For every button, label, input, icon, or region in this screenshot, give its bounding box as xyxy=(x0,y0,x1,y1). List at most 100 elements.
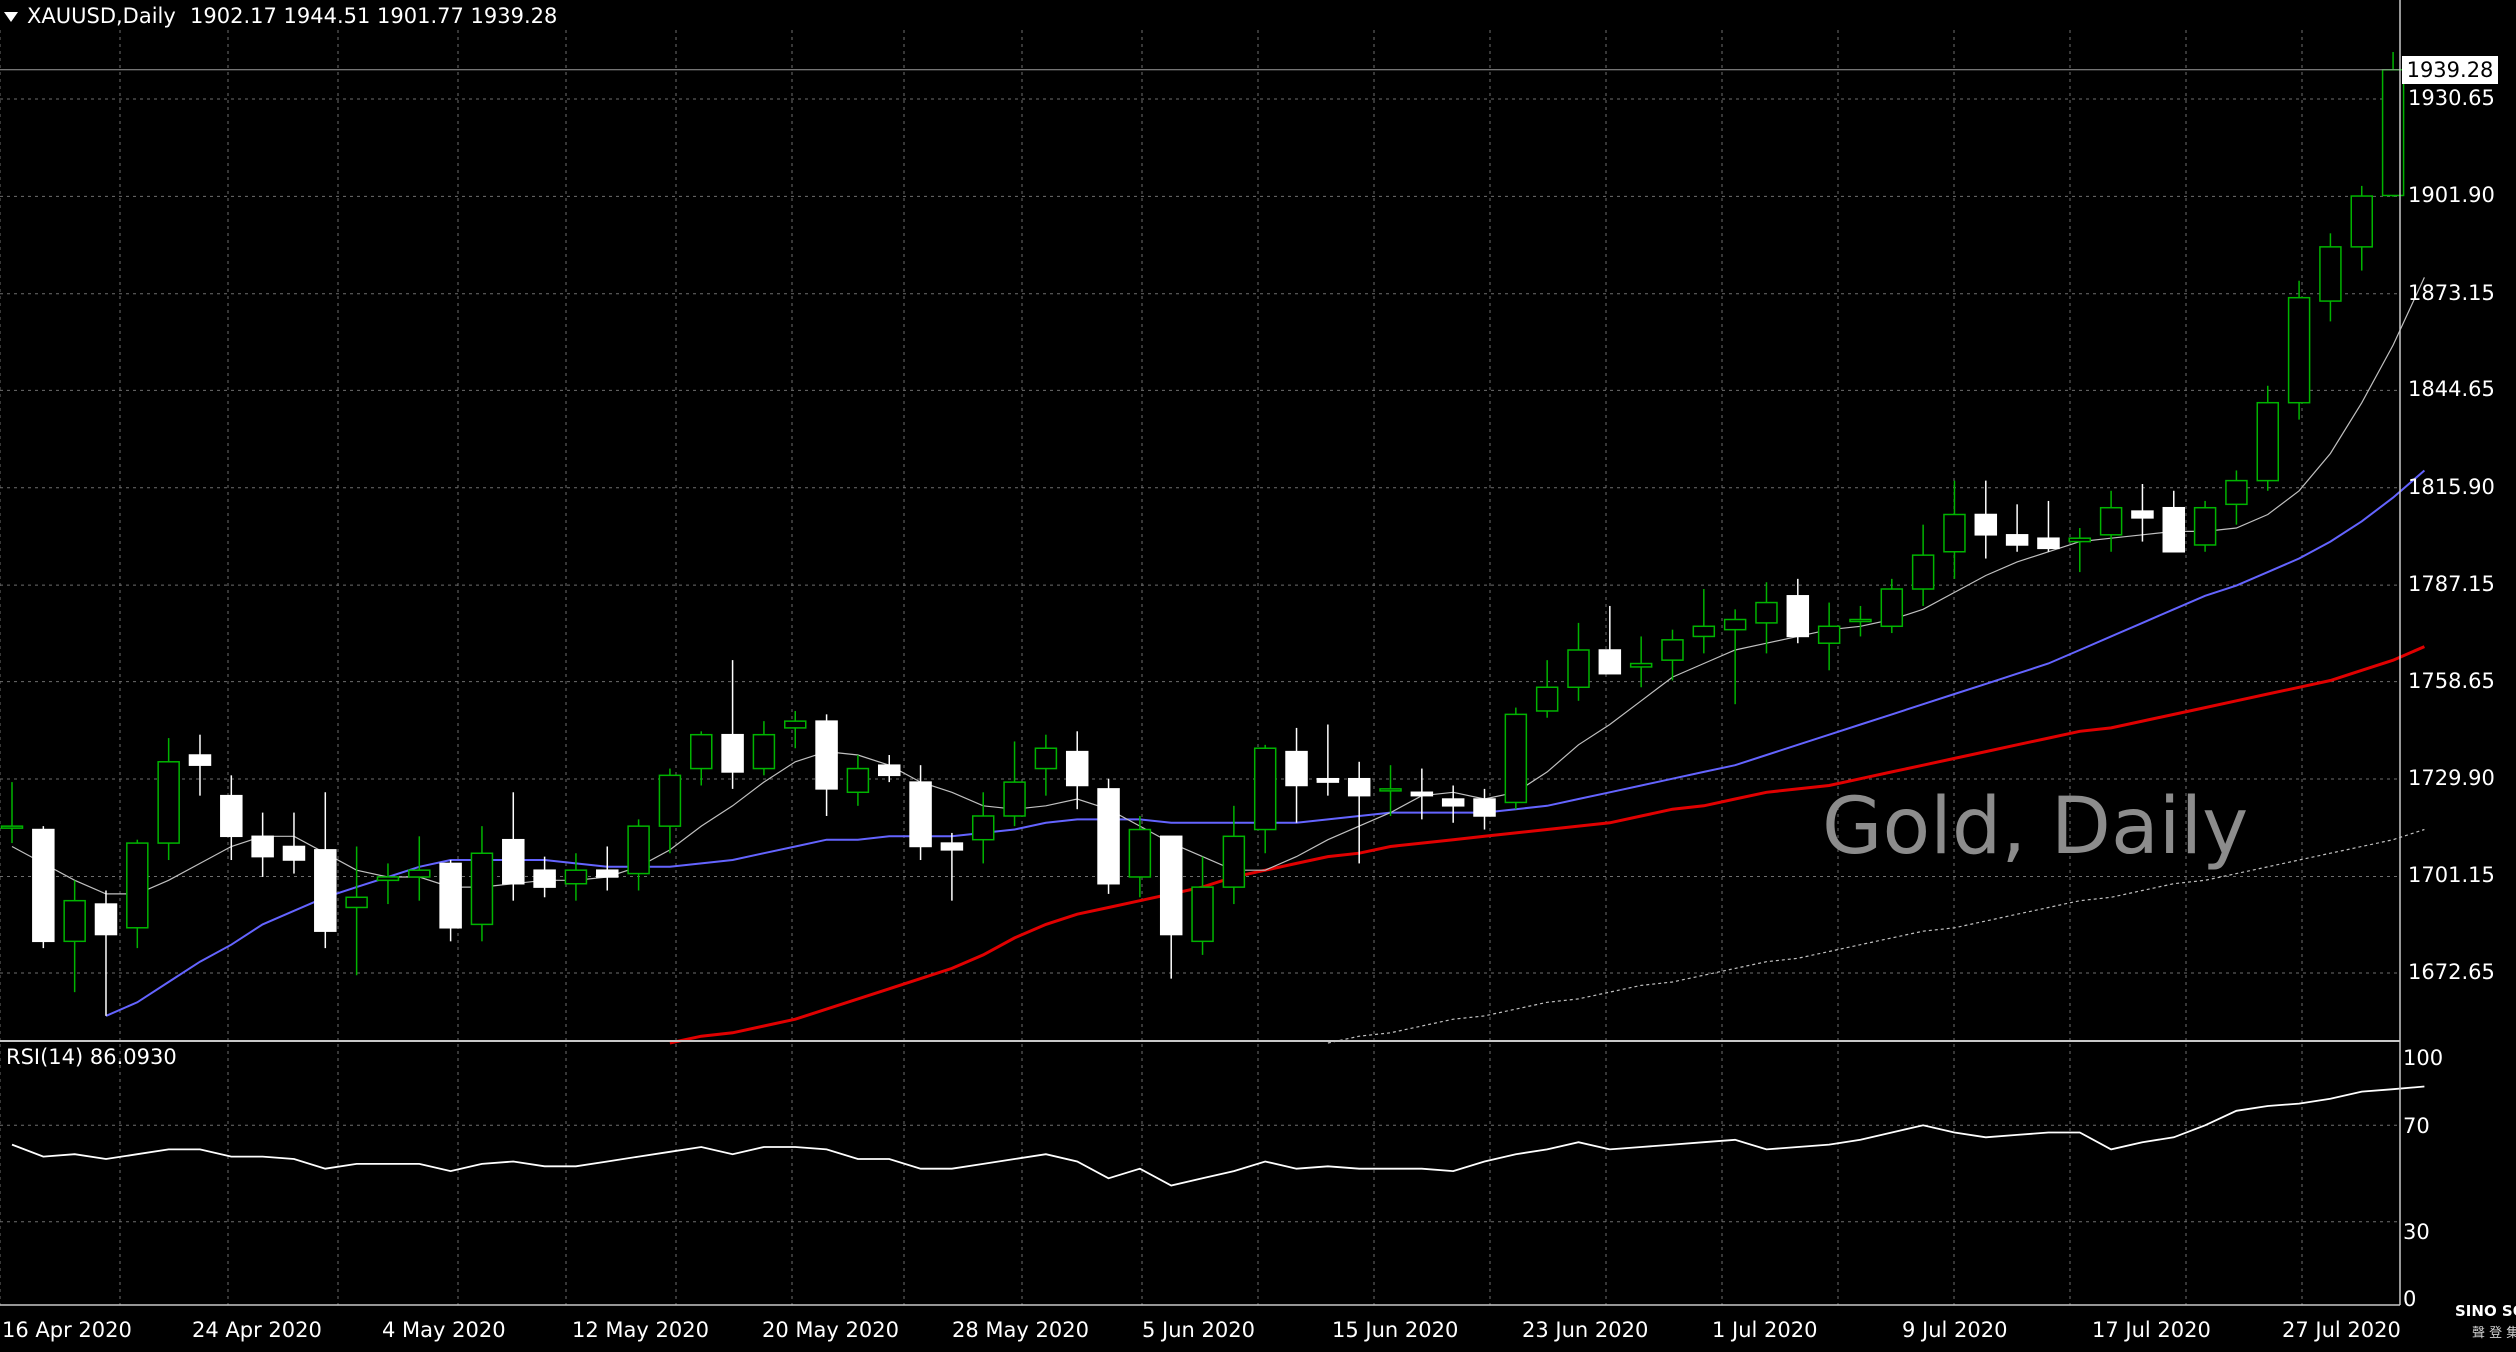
candle xyxy=(784,710,807,749)
candle-body xyxy=(2319,246,2342,302)
x-tick-label: 23 Jun 2020 xyxy=(1522,1318,1649,1342)
candle-body xyxy=(1128,828,1152,878)
candle xyxy=(1629,636,1653,688)
candle xyxy=(2099,490,2123,552)
candle-body xyxy=(2099,506,2123,536)
candle xyxy=(721,660,744,789)
logo: SINO SOUND xyxy=(2455,1302,2516,1320)
chart-canvas xyxy=(0,0,2426,1306)
candle-body xyxy=(1065,750,1089,787)
candle-body xyxy=(909,781,932,848)
candle-body xyxy=(1285,750,1308,787)
x-tick-label: 5 Jun 2020 xyxy=(1142,1318,1255,1342)
y-tick-label: 1701.15 xyxy=(2408,863,2495,888)
candle xyxy=(596,846,619,891)
candle xyxy=(1222,805,1246,905)
logo-subtitle: 聲 登 集 團 xyxy=(2472,1326,2516,1341)
candle xyxy=(1441,785,1465,823)
candle-body xyxy=(220,794,243,838)
candle xyxy=(1473,788,1496,830)
rsi-tick-label: 30 xyxy=(2403,1220,2430,1244)
candle xyxy=(2225,470,2248,525)
candle xyxy=(1661,629,1684,681)
candle xyxy=(564,853,588,901)
candle-body xyxy=(2256,401,2280,482)
candle xyxy=(627,819,650,891)
candle xyxy=(940,832,964,901)
candle xyxy=(1567,622,1590,701)
ma-mid-path xyxy=(105,469,2426,1017)
rsi-tick-label: 100 xyxy=(2403,1046,2444,1070)
candle xyxy=(533,856,556,898)
candle xyxy=(815,714,838,816)
candle-body xyxy=(1974,513,1998,536)
candle-body xyxy=(1222,835,1246,888)
y-tick-label: 1873.15 xyxy=(2408,280,2495,305)
candle xyxy=(1316,724,1340,796)
candle-body xyxy=(2193,506,2217,546)
y-tick-label: 1672.65 xyxy=(2408,960,2495,984)
chart-window[interactable]: XAUUSD,Daily 1902.17 1944.51 1901.77 193… xyxy=(0,0,2516,1352)
candle-body xyxy=(1034,747,1058,770)
x-tick-label: 4 May 2020 xyxy=(382,1318,506,1342)
candle-body xyxy=(1661,639,1684,661)
candle xyxy=(1191,856,1214,955)
candle-body xyxy=(1535,686,1559,712)
candle-body xyxy=(1253,747,1277,831)
candle-body xyxy=(658,774,682,827)
candle-body xyxy=(345,896,368,909)
x-tick-label: 20 May 2020 xyxy=(762,1318,899,1342)
candle-body xyxy=(2037,537,2060,550)
candle-body xyxy=(564,869,588,885)
candle-body xyxy=(1567,649,1590,689)
dropdown-triangle-icon[interactable] xyxy=(4,12,18,22)
candle xyxy=(1347,761,1371,864)
candle-body xyxy=(1629,662,1653,668)
candle xyxy=(1003,741,1026,827)
candle-body xyxy=(721,733,744,773)
candle xyxy=(1598,605,1622,675)
x-tick-label: 9 Jul 2020 xyxy=(1902,1318,2008,1342)
candle-body xyxy=(1786,595,1810,638)
x-tick-label: 24 Apr 2020 xyxy=(192,1318,322,1342)
candle xyxy=(1065,731,1089,810)
y-tick-label: 1815.90 xyxy=(2408,474,2495,499)
candle xyxy=(658,768,682,854)
candle xyxy=(1911,524,1935,606)
candle xyxy=(2037,500,2060,552)
candle xyxy=(0,782,24,844)
candle xyxy=(2005,504,2029,552)
candle xyxy=(2131,484,2154,542)
candle xyxy=(251,812,274,877)
candle xyxy=(1097,778,1120,894)
y-tick-label: 1901.90 xyxy=(2408,183,2495,208)
candle-body xyxy=(877,764,901,777)
candle xyxy=(1786,578,1810,644)
candle xyxy=(1849,605,1872,637)
candle-body xyxy=(2162,506,2186,553)
grid-lines xyxy=(0,30,2400,1305)
candle-body xyxy=(502,838,525,885)
candle-body xyxy=(2225,479,2248,506)
candle-body xyxy=(1504,713,1528,804)
candle xyxy=(1723,609,1747,705)
candle xyxy=(94,890,118,1016)
candle-body xyxy=(784,720,807,729)
candle-body xyxy=(627,825,650,875)
current-price-label: 1939.28 xyxy=(2402,56,2498,84)
candle-body xyxy=(282,845,306,861)
rsi-tick-label: 70 xyxy=(2403,1114,2430,1138)
candle xyxy=(2287,280,2311,420)
candle-body xyxy=(1943,513,1966,553)
candle-body xyxy=(846,767,870,794)
x-tick-label: 1 Jul 2020 xyxy=(1712,1318,1818,1342)
candle xyxy=(1692,589,1716,654)
candle xyxy=(1159,835,1183,979)
candle-body xyxy=(1410,791,1434,797)
candle-body xyxy=(815,720,838,790)
candle-body xyxy=(188,754,212,766)
chart-frame xyxy=(0,0,2401,1306)
x-tick-label: 12 May 2020 xyxy=(572,1318,709,1342)
candle-body xyxy=(157,761,180,844)
candle-body xyxy=(752,733,776,770)
